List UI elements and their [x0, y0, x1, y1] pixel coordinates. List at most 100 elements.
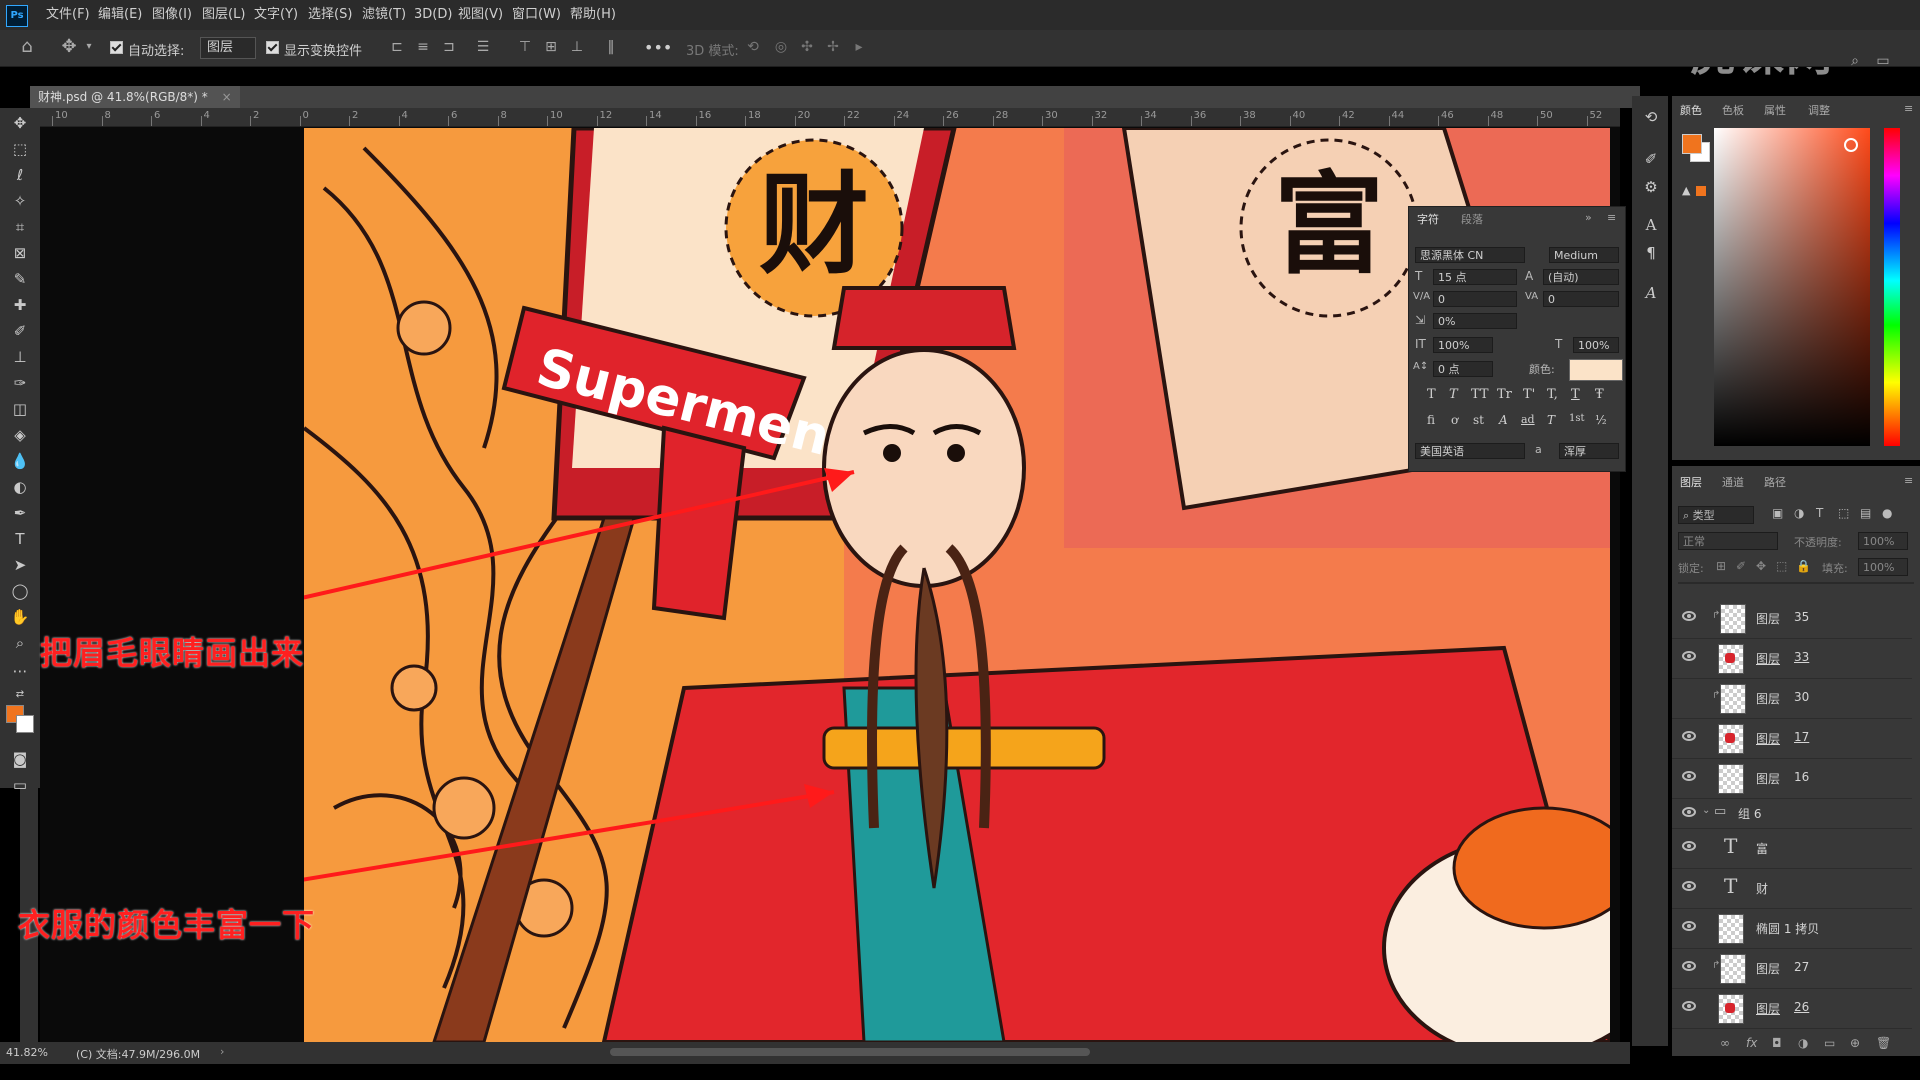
visibility-eye-icon[interactable]	[1682, 731, 1696, 741]
3d-slide-icon[interactable]: ✢	[824, 38, 842, 56]
tab-paths[interactable]: 路径	[1764, 474, 1786, 490]
align-left-icon[interactable]: ⊏	[388, 38, 406, 56]
lock-position-icon[interactable]: ✥	[1756, 559, 1766, 573]
fractions-button[interactable]: ½	[1595, 413, 1607, 427]
horizontal-scrollbar[interactable]	[610, 1048, 1090, 1056]
faux-italic-button[interactable]: T	[1449, 387, 1458, 402]
eraser-tool-icon[interactable]: ◫	[8, 398, 32, 420]
strikethrough-button[interactable]: Ŧ	[1595, 387, 1604, 402]
lock-transparent-icon[interactable]: ⊞	[1716, 559, 1726, 573]
more-tools-icon[interactable]: ⋯	[8, 660, 32, 682]
tab-layers[interactable]: 图层	[1680, 474, 1702, 490]
layer-row[interactable]: ↱ 图层 27	[1672, 948, 1912, 989]
visibility-eye-icon[interactable]	[1682, 771, 1696, 781]
home-icon[interactable]: ⌂	[18, 38, 36, 56]
layer-row[interactable]: 图层 33	[1672, 638, 1912, 679]
chevron-down-icon[interactable]: ▾	[80, 38, 98, 56]
titling-alt-button[interactable]: ad	[1521, 413, 1535, 426]
history-brush-icon[interactable]: ✑	[8, 372, 32, 394]
horizontal-scale-field[interactable]: 100%	[1573, 337, 1619, 353]
menu-edit[interactable]: 编辑(E)	[98, 0, 142, 30]
pen-tool-icon[interactable]: ✒	[8, 502, 32, 524]
ordinals-button[interactable]: T	[1547, 413, 1555, 427]
close-tab-icon[interactable]: ×	[222, 90, 232, 104]
leading-field[interactable]: (自动)	[1543, 269, 1619, 285]
stylistic-alt-button[interactable]: st	[1473, 413, 1484, 427]
filter-toggle-icon[interactable]: ●	[1882, 506, 1892, 520]
dodge-tool-icon[interactable]: ◐	[8, 476, 32, 498]
discretionary-ligature-button[interactable]: ơ	[1451, 413, 1458, 427]
superscript-button[interactable]: T'	[1523, 387, 1535, 402]
font-family-select[interactable]: 思源黑体 CN	[1415, 247, 1525, 263]
warning-icon[interactable]: ▲	[1682, 184, 1690, 197]
filter-adjustment-icon[interactable]: ◑	[1794, 506, 1804, 520]
search-icon[interactable]: ⌕	[1846, 52, 1864, 70]
clone-stamp-icon[interactable]: ⊥	[8, 346, 32, 368]
lasso-tool-icon[interactable]: ℓ	[8, 164, 32, 186]
tab-paragraph[interactable]: 段落	[1461, 211, 1483, 227]
font-style-select[interactable]: Medium	[1549, 247, 1619, 263]
3d-roll-icon[interactable]: ◎	[772, 38, 790, 56]
visibility-eye-icon[interactable]	[1682, 961, 1696, 971]
tracking-field[interactable]: 0	[1543, 291, 1619, 307]
paint-bucket-icon[interactable]: ◈	[8, 424, 32, 446]
layer-row[interactable]: ↱ 图层 35	[1672, 598, 1912, 639]
hand-tool-icon[interactable]: ✋	[8, 606, 32, 628]
color-picker-cursor[interactable]	[1844, 138, 1858, 152]
fill-field[interactable]: 100%	[1858, 558, 1908, 576]
menu-view[interactable]: 视图(V)	[458, 0, 503, 30]
visibility-eye-icon[interactable]	[1682, 1001, 1696, 1011]
all-caps-button[interactable]: TT	[1471, 387, 1489, 402]
lock-all-icon[interactable]: 🔒	[1796, 559, 1811, 573]
align-middle-icon[interactable]: ⊞	[542, 38, 560, 56]
adjustment-layer-icon[interactable]: ◑	[1798, 1036, 1808, 1050]
layer-row[interactable]: 椭圆 1 拷贝	[1672, 908, 1912, 949]
align-right-icon[interactable]: ⊐	[440, 38, 458, 56]
layer-group-row[interactable]: ⌄ ▭ 组 6	[1672, 798, 1912, 829]
antialias-select[interactable]: 浑厚	[1559, 443, 1619, 459]
layer-row[interactable]: T 富	[1672, 828, 1912, 869]
layer-row[interactable]: T 财	[1672, 868, 1912, 909]
menu-select[interactable]: 选择(S)	[308, 0, 352, 30]
hue-slider[interactable]	[1884, 128, 1900, 446]
background-color-swatch[interactable]	[16, 715, 34, 733]
type-tool-icon[interactable]: T	[8, 528, 32, 550]
screen-mode-icon[interactable]: ▭	[8, 774, 32, 796]
3d-pan-icon[interactable]: ✣	[798, 38, 816, 56]
paragraph-panel-icon[interactable]: ¶	[1640, 242, 1662, 264]
ordinal-st-button[interactable]: 1st	[1569, 413, 1585, 424]
visibility-eye-icon[interactable]	[1682, 881, 1696, 891]
visibility-eye-icon[interactable]	[1682, 921, 1696, 931]
align-bottom-icon[interactable]: ⊥	[568, 38, 586, 56]
chevron-down-icon[interactable]: ⌄	[1702, 805, 1710, 816]
layer-row[interactable]: 图层 16	[1672, 758, 1912, 799]
crop-tool-icon[interactable]: ⌗	[8, 216, 32, 238]
history-panel-icon[interactable]: ⟲	[1640, 106, 1662, 128]
layer-filter-select[interactable]: ⌕ 类型	[1678, 506, 1754, 524]
more-options-button[interactable]: •••	[644, 38, 672, 57]
menu-type[interactable]: 文字(Y)	[254, 0, 298, 30]
color-panel-foreground-swatch[interactable]	[1682, 134, 1702, 154]
frame-tool-icon[interactable]: ⊠	[8, 242, 32, 264]
filter-type-icon[interactable]: T	[1816, 506, 1823, 520]
3d-rotate-icon[interactable]: ⟲	[744, 38, 762, 56]
menu-window[interactable]: 窗口(W)	[512, 0, 561, 30]
layer-row[interactable]: 图层 17	[1672, 718, 1912, 759]
tab-swatches[interactable]: 色板	[1722, 102, 1744, 118]
tab-channels[interactable]: 通道	[1722, 474, 1744, 490]
panel-menu-icon[interactable]: ≡	[1607, 211, 1616, 224]
eyedropper-icon[interactable]: ✎	[8, 268, 32, 290]
new-group-icon[interactable]: ▭	[1824, 1036, 1835, 1050]
tab-adjustments[interactable]: 调整	[1808, 102, 1830, 118]
blur-tool-icon[interactable]: 💧	[8, 450, 32, 472]
color-picker-field[interactable]	[1714, 128, 1870, 446]
lock-artboard-icon[interactable]: ⬚	[1776, 559, 1787, 573]
distribute-icon[interactable]: ☰	[474, 38, 492, 56]
visibility-eye-icon[interactable]	[1682, 651, 1696, 661]
font-size-field[interactable]: 15 点	[1433, 269, 1517, 285]
filter-pixel-icon[interactable]: ▣	[1772, 506, 1783, 520]
language-select[interactable]: 美国英语	[1415, 443, 1525, 459]
delete-layer-icon[interactable]: 🗑	[1876, 1036, 1891, 1050]
opacity-field[interactable]: 100%	[1858, 532, 1908, 550]
marquee-tool-icon[interactable]: ⬚	[8, 138, 32, 160]
